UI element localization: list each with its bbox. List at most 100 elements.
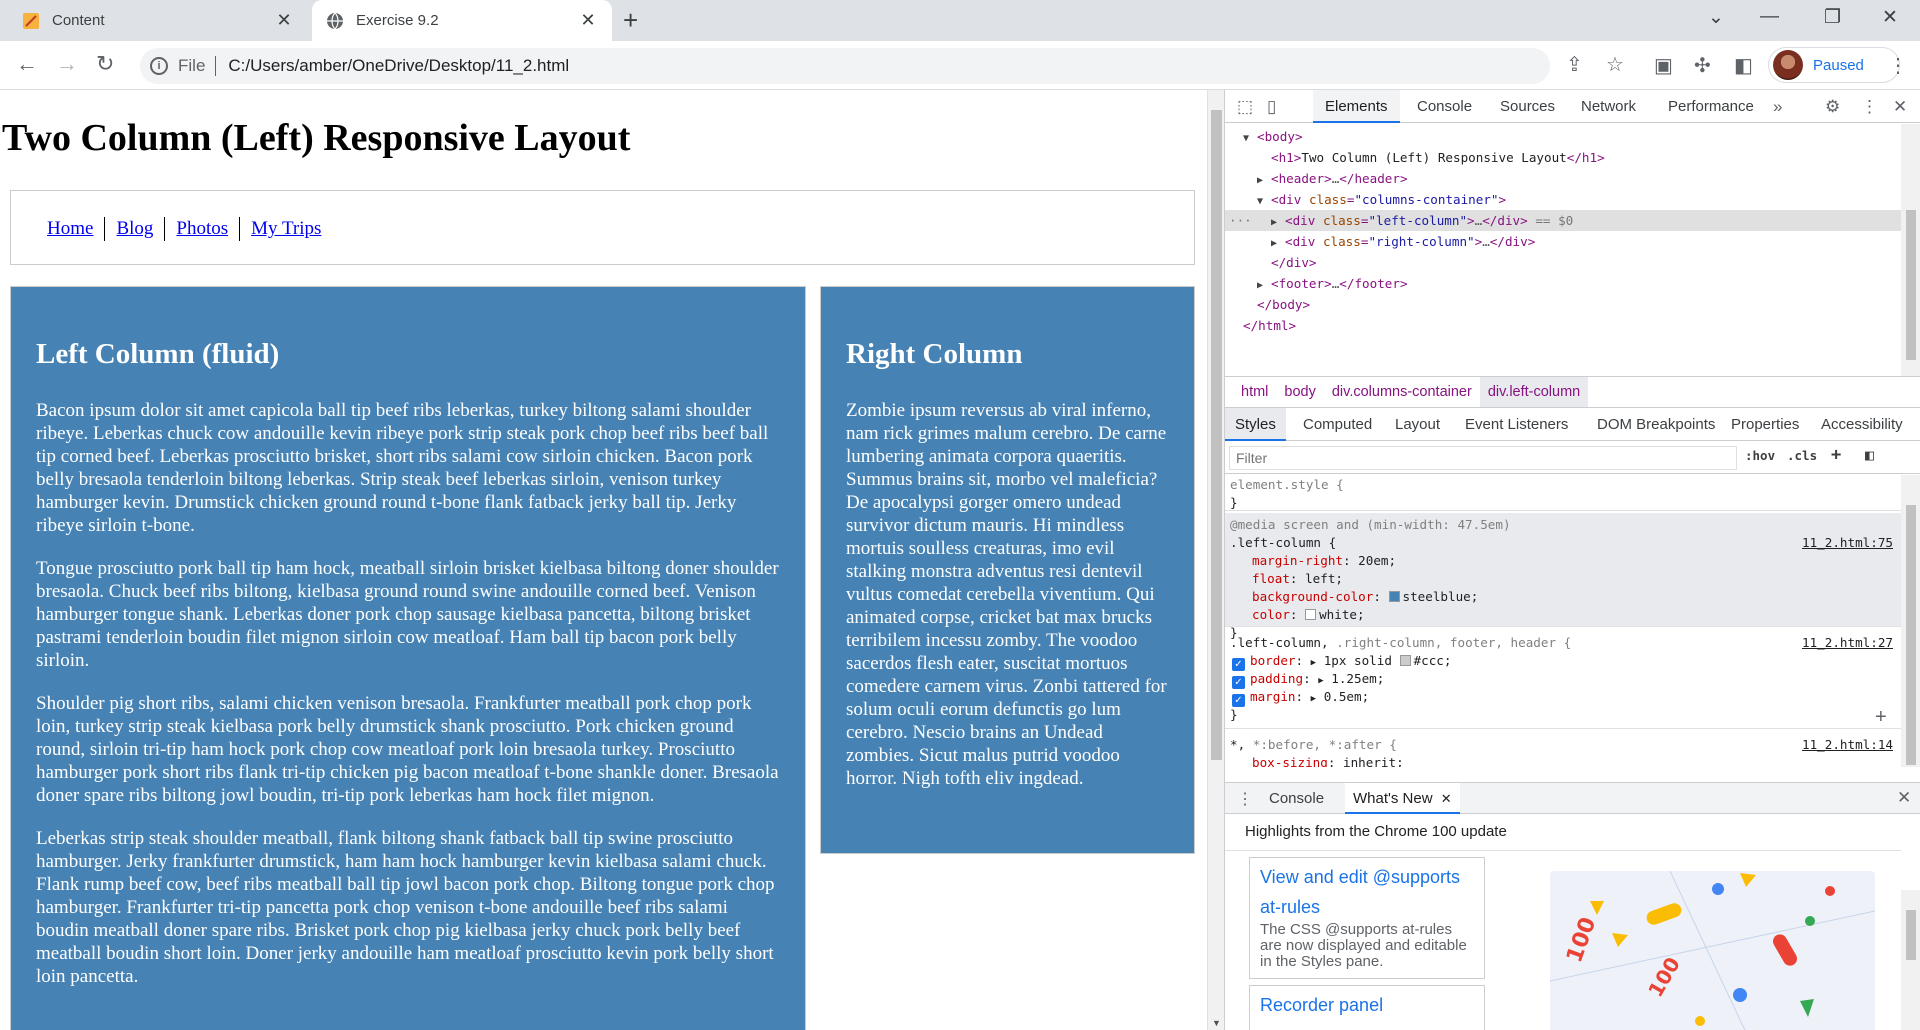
card-title[interactable]: at-rules [1260, 892, 1474, 922]
add-property-icon[interactable]: + [1875, 706, 1887, 729]
page-scrollbar[interactable]: ▼ [1207, 90, 1224, 1030]
tab-console[interactable]: Console [1405, 90, 1484, 123]
tab-search-chevron-icon[interactable]: ⌄ [1708, 6, 1724, 29]
rule-source-link[interactable]: 11_2.html:75 [1802, 534, 1893, 552]
dom-tree-scrollbar[interactable] [1901, 124, 1920, 376]
side-panel-icon[interactable]: ◧ [1734, 53, 1753, 78]
card-title[interactable]: View and edit @supports [1260, 862, 1474, 892]
styles-scrollbar[interactable] [1901, 475, 1920, 767]
extension-app-icon[interactable]: ▣ [1654, 53, 1673, 78]
expand-triangle-icon[interactable]: ▶ [1311, 658, 1316, 668]
dom-tree-scrollbar-thumb[interactable] [1906, 210, 1916, 360]
expanded-triangle-icon[interactable]: ▼ [1257, 191, 1271, 212]
nav-link-blog[interactable]: Blog [104, 217, 164, 241]
address-bar[interactable]: i File C:/Users/amber/OneDrive/Desktop/1… [140, 48, 1550, 84]
browser-menu-icon[interactable]: ⋮ [1888, 53, 1908, 78]
property-value[interactable]: steelblue; [1403, 589, 1479, 604]
property-name[interactable]: padding [1250, 671, 1303, 686]
tab-elements[interactable]: Elements [1313, 90, 1400, 123]
property-name[interactable]: margin [1250, 689, 1296, 704]
site-info-icon[interactable]: i [150, 57, 168, 75]
page-scrollbar-thumb[interactable] [1211, 110, 1222, 760]
tab-performance[interactable]: Performance [1656, 90, 1766, 123]
new-tab-icon[interactable]: + [623, 7, 638, 33]
inspect-element-icon[interactable]: ⬚ [1237, 97, 1253, 117]
tab-styles[interactable]: Styles [1225, 408, 1286, 441]
class-toggle-button[interactable]: .cls [1787, 448, 1817, 463]
expand-triangle-icon[interactable]: ▶ [1311, 694, 1316, 704]
expanded-triangle-icon[interactable]: ▼ [1243, 128, 1257, 149]
dom-node-h1[interactable]: <h1>Two Column (Left) Responsive Layout<… [1225, 147, 1901, 168]
back-icon[interactable]: ← [16, 52, 38, 76]
breadcrumb-body[interactable]: body [1276, 377, 1323, 407]
tab-properties[interactable]: Properties [1721, 408, 1809, 441]
tab-sources[interactable]: Sources [1488, 90, 1567, 123]
property-value[interactable]: left; [1305, 571, 1343, 586]
property-name[interactable]: color [1252, 607, 1290, 622]
breadcrumb-html[interactable]: html [1233, 377, 1276, 407]
close-drawer-icon[interactable]: ✕ [1897, 788, 1911, 808]
nav-link-home[interactable]: Home [36, 217, 104, 241]
expand-triangle-icon[interactable]: ▶ [1318, 676, 1323, 686]
url-text[interactable]: C:/Users/amber/OneDrive/Desktop/11_2.htm… [228, 56, 569, 76]
property-name[interactable]: box-sizing [1252, 755, 1328, 767]
property-value[interactable]: 1px solid [1324, 653, 1392, 668]
property-name[interactable]: border [1250, 653, 1296, 668]
dom-node-columns-container[interactable]: ▼ <div class="columns-container"> [1225, 189, 1901, 210]
nav-link-photos[interactable]: Photos [164, 217, 239, 241]
tab-layout[interactable]: Layout [1385, 408, 1450, 441]
property-name[interactable]: float [1252, 571, 1290, 586]
dom-node-footer[interactable]: ▶ <footer>…</footer> [1225, 273, 1901, 294]
rule-source-link[interactable]: 11_2.html:14 [1802, 736, 1893, 754]
reload-icon[interactable]: ↻ [96, 52, 114, 76]
extensions-puzzle-icon[interactable]: ✣ [1694, 53, 1711, 78]
property-name[interactable]: margin-right [1252, 553, 1343, 568]
nav-link-my-trips[interactable]: My Trips [239, 217, 332, 241]
rule-source-link[interactable]: 11_2.html:27 [1802, 634, 1893, 652]
whats-new-card[interactable]: View and edit @supports at-rules The CSS… [1249, 857, 1485, 979]
dom-node-div-close[interactable]: </div> [1225, 252, 1901, 273]
dom-node-body-close[interactable]: </body> [1225, 294, 1901, 315]
new-style-rule-icon[interactable]: + [1831, 445, 1841, 465]
dom-node-html-close[interactable]: </html> [1225, 315, 1901, 336]
styles-scrollbar-thumb[interactable] [1906, 505, 1916, 765]
browser-tab-content[interactable]: Content ✕ [8, 0, 308, 41]
breadcrumb-left-column[interactable]: div.left-column [1479, 377, 1589, 407]
dom-node-left-column[interactable]: ··· ▶ <div class="left-column">…</div> == … [1225, 210, 1901, 231]
collapsed-triangle-icon[interactable]: ▶ [1271, 233, 1285, 254]
property-name[interactable]: background-color [1252, 589, 1373, 604]
node-actions-icon[interactable]: ··· [1229, 210, 1252, 231]
scroll-down-icon[interactable]: ▼ [1212, 1018, 1221, 1028]
tab-event-listeners[interactable]: Event Listeners [1455, 408, 1578, 441]
drawer-tab-whats-new[interactable]: What's New ✕ [1345, 783, 1460, 814]
hover-state-button[interactable]: :hov [1745, 448, 1775, 463]
color-swatch[interactable] [1305, 609, 1317, 620]
bookmark-star-icon[interactable]: ☆ [1606, 52, 1624, 77]
whats-new-scrollbar[interactable] [1901, 890, 1920, 1030]
close-window-icon[interactable]: ✕ [1882, 6, 1898, 29]
property-value[interactable]: 20em; [1358, 553, 1396, 568]
forward-icon[interactable]: → [56, 52, 78, 76]
tab-dom-breakpoints[interactable]: DOM Breakpoints [1587, 408, 1725, 441]
dom-node-right-column[interactable]: ▶ <div class="right-column">…</div> [1225, 231, 1901, 252]
device-toolbar-icon[interactable]: ▯ [1267, 97, 1276, 117]
property-value[interactable]: #ccc; [1414, 653, 1452, 668]
collapsed-triangle-icon[interactable]: ▶ [1257, 275, 1271, 296]
card-title[interactable]: Recorder panel [1260, 990, 1474, 1020]
dom-node-header[interactable]: ▶ <header>…</header> [1225, 168, 1901, 189]
breadcrumb-columns-container[interactable]: div.columns-container [1324, 377, 1480, 407]
toggle-sidebar-icon[interactable]: ◧ [1865, 446, 1874, 464]
tab-computed[interactable]: Computed [1293, 408, 1382, 441]
devtools-menu-icon[interactable]: ⋮ [1861, 97, 1878, 117]
color-swatch[interactable] [1399, 655, 1411, 666]
settings-gear-icon[interactable]: ⚙ [1825, 97, 1840, 117]
close-tab-icon[interactable]: ✕ [274, 10, 294, 31]
restore-icon[interactable]: ❐ [1824, 6, 1841, 29]
close-devtools-icon[interactable]: ✕ [1893, 97, 1907, 117]
share-icon[interactable]: ⇪ [1566, 52, 1583, 77]
tab-network[interactable]: Network [1569, 90, 1648, 123]
property-value[interactable]: 0.5em; [1324, 689, 1370, 704]
tab-accessibility[interactable]: Accessibility [1811, 408, 1913, 441]
minimize-icon[interactable]: — [1760, 6, 1779, 28]
color-swatch[interactable] [1388, 591, 1400, 602]
